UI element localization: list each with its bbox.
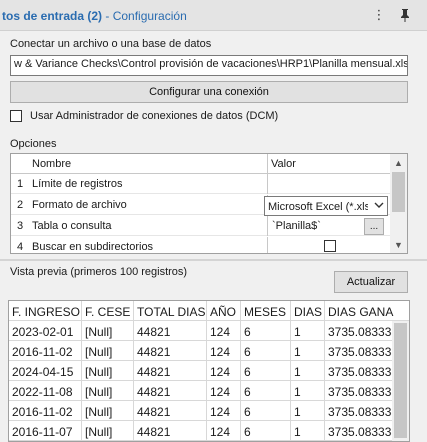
table-cell: 6	[241, 401, 291, 421]
table-cell: 6	[241, 421, 291, 441]
table-cell: 6	[241, 381, 291, 401]
table-cell: [Null]	[82, 321, 134, 341]
header-name: Nombre	[32, 158, 72, 170]
title-separator: -	[102, 9, 113, 23]
chevron-down-icon	[374, 200, 384, 213]
row-number: 2	[17, 199, 24, 211]
table-cell: 44821	[134, 361, 207, 381]
pin-icon[interactable]	[396, 6, 414, 24]
table-cell: 44821	[134, 381, 207, 401]
preview-label: Vista previa (primeros 100 registros)	[10, 266, 188, 278]
row-number: 1	[17, 178, 24, 190]
option-name: Tabla o consulta	[32, 220, 112, 232]
option-row[interactable]: 3 Tabla o consulta `Planilla$`	[11, 216, 391, 236]
table-cell: 2016-11-02	[9, 341, 82, 361]
table-cell: 6	[241, 321, 291, 341]
configure-connection-button[interactable]: Configurar una conexión	[10, 81, 408, 103]
table-cell: 6	[241, 341, 291, 361]
column-header[interactable]: TOTAL DIAS	[134, 301, 207, 321]
table-cell: 1	[291, 321, 325, 341]
options-label: Opciones	[10, 138, 57, 150]
column-header[interactable]: DIAS GANA	[325, 301, 409, 321]
options-scrollbar[interactable]: ▲ ▼	[390, 154, 407, 253]
window-title-main: tos de entrada (2)	[2, 9, 103, 23]
file-path-input[interactable]: w & Variance Checks\Control provisión de…	[10, 55, 408, 76]
table-cell: [Null]	[82, 421, 134, 441]
table-cell: 44821	[134, 321, 207, 341]
table-cell: 124	[207, 421, 241, 441]
table-cell: [Null]	[82, 341, 134, 361]
option-name: Formato de archivo	[32, 199, 127, 211]
scrollbar-thumb[interactable]	[392, 172, 405, 212]
option-value-cell[interactable]	[267, 237, 391, 253]
table-cell: 6	[241, 361, 291, 381]
row-number: 4	[17, 241, 24, 253]
more-vertical-icon[interactable]: ⋮	[370, 6, 388, 24]
table-cell: 44821	[134, 421, 207, 441]
option-row[interactable]: 1 Límite de registros	[11, 174, 391, 194]
refresh-button[interactable]: Actualizar	[334, 271, 408, 293]
file-format-value: Microsoft Excel (*.xlsx)	[268, 201, 368, 213]
window-subtitle: Configuración	[112, 9, 187, 23]
option-name: Límite de registros	[32, 178, 123, 190]
search-subdirs-checkbox[interactable]	[324, 240, 336, 252]
column-header[interactable]: AÑO	[207, 301, 241, 321]
scrollbar-thumb[interactable]	[394, 323, 407, 438]
section-divider	[0, 259, 427, 261]
table-cell: 44821	[134, 401, 207, 421]
table-cell: 2023-02-01	[9, 321, 82, 341]
file-format-select[interactable]: Microsoft Excel (*.xlsx)	[264, 196, 388, 216]
option-row[interactable]: 4 Buscar en subdirectorios	[11, 237, 391, 253]
table-cell: 124	[207, 341, 241, 361]
chevron-up-icon[interactable]: ▲	[390, 154, 407, 171]
table-cell: [Null]	[82, 401, 134, 421]
option-name: Buscar en subdirectorios	[32, 241, 154, 253]
options-header: Nombre Valor	[11, 154, 391, 174]
table-cell: 2016-11-07	[9, 421, 82, 441]
column-header[interactable]: F. CESE	[82, 301, 134, 321]
header-value: Valor	[267, 154, 391, 174]
dcm-checkbox[interactable]	[10, 110, 22, 122]
column-header[interactable]: MESES	[241, 301, 291, 321]
table-cell: 124	[207, 401, 241, 421]
table-cell: [Null]	[82, 361, 134, 381]
table-cell: 124	[207, 361, 241, 381]
table-cell: 2024-04-15	[9, 361, 82, 381]
table-cell: 1	[291, 421, 325, 441]
table-cell: 1	[291, 401, 325, 421]
preview-grid: F. INGRESO 2023-02-01 2016-11-02 2024-04-15…	[8, 300, 410, 442]
row-number: 3	[17, 220, 24, 232]
window-titlebar: tos de entrada (2) - Configuración ⋮	[0, 0, 427, 31]
option-value-cell[interactable]	[267, 174, 391, 194]
table-cell: 44821	[134, 341, 207, 361]
table-query-browse-button[interactable]: ...	[364, 218, 384, 235]
connection-label: Conectar un archivo o una base de datos	[10, 38, 212, 50]
window-title: tos de entrada (2) - Configuración	[2, 9, 187, 23]
chevron-down-icon[interactable]: ▼	[390, 236, 407, 253]
preview-scrollbar[interactable]	[392, 321, 409, 441]
table-cell: [Null]	[82, 381, 134, 401]
table-cell: 124	[207, 321, 241, 341]
column-header[interactable]: DIAS	[291, 301, 325, 321]
table-cell: 124	[207, 381, 241, 401]
table-cell: 1	[291, 361, 325, 381]
table-cell: 1	[291, 341, 325, 361]
dcm-label: Usar Administrador de conexiones de dato…	[30, 110, 279, 122]
table-cell: 2022-11-08	[9, 381, 82, 401]
table-cell: 1	[291, 381, 325, 401]
table-cell: 2016-11-02	[9, 401, 82, 421]
column-header[interactable]: F. INGRESO	[9, 301, 82, 321]
